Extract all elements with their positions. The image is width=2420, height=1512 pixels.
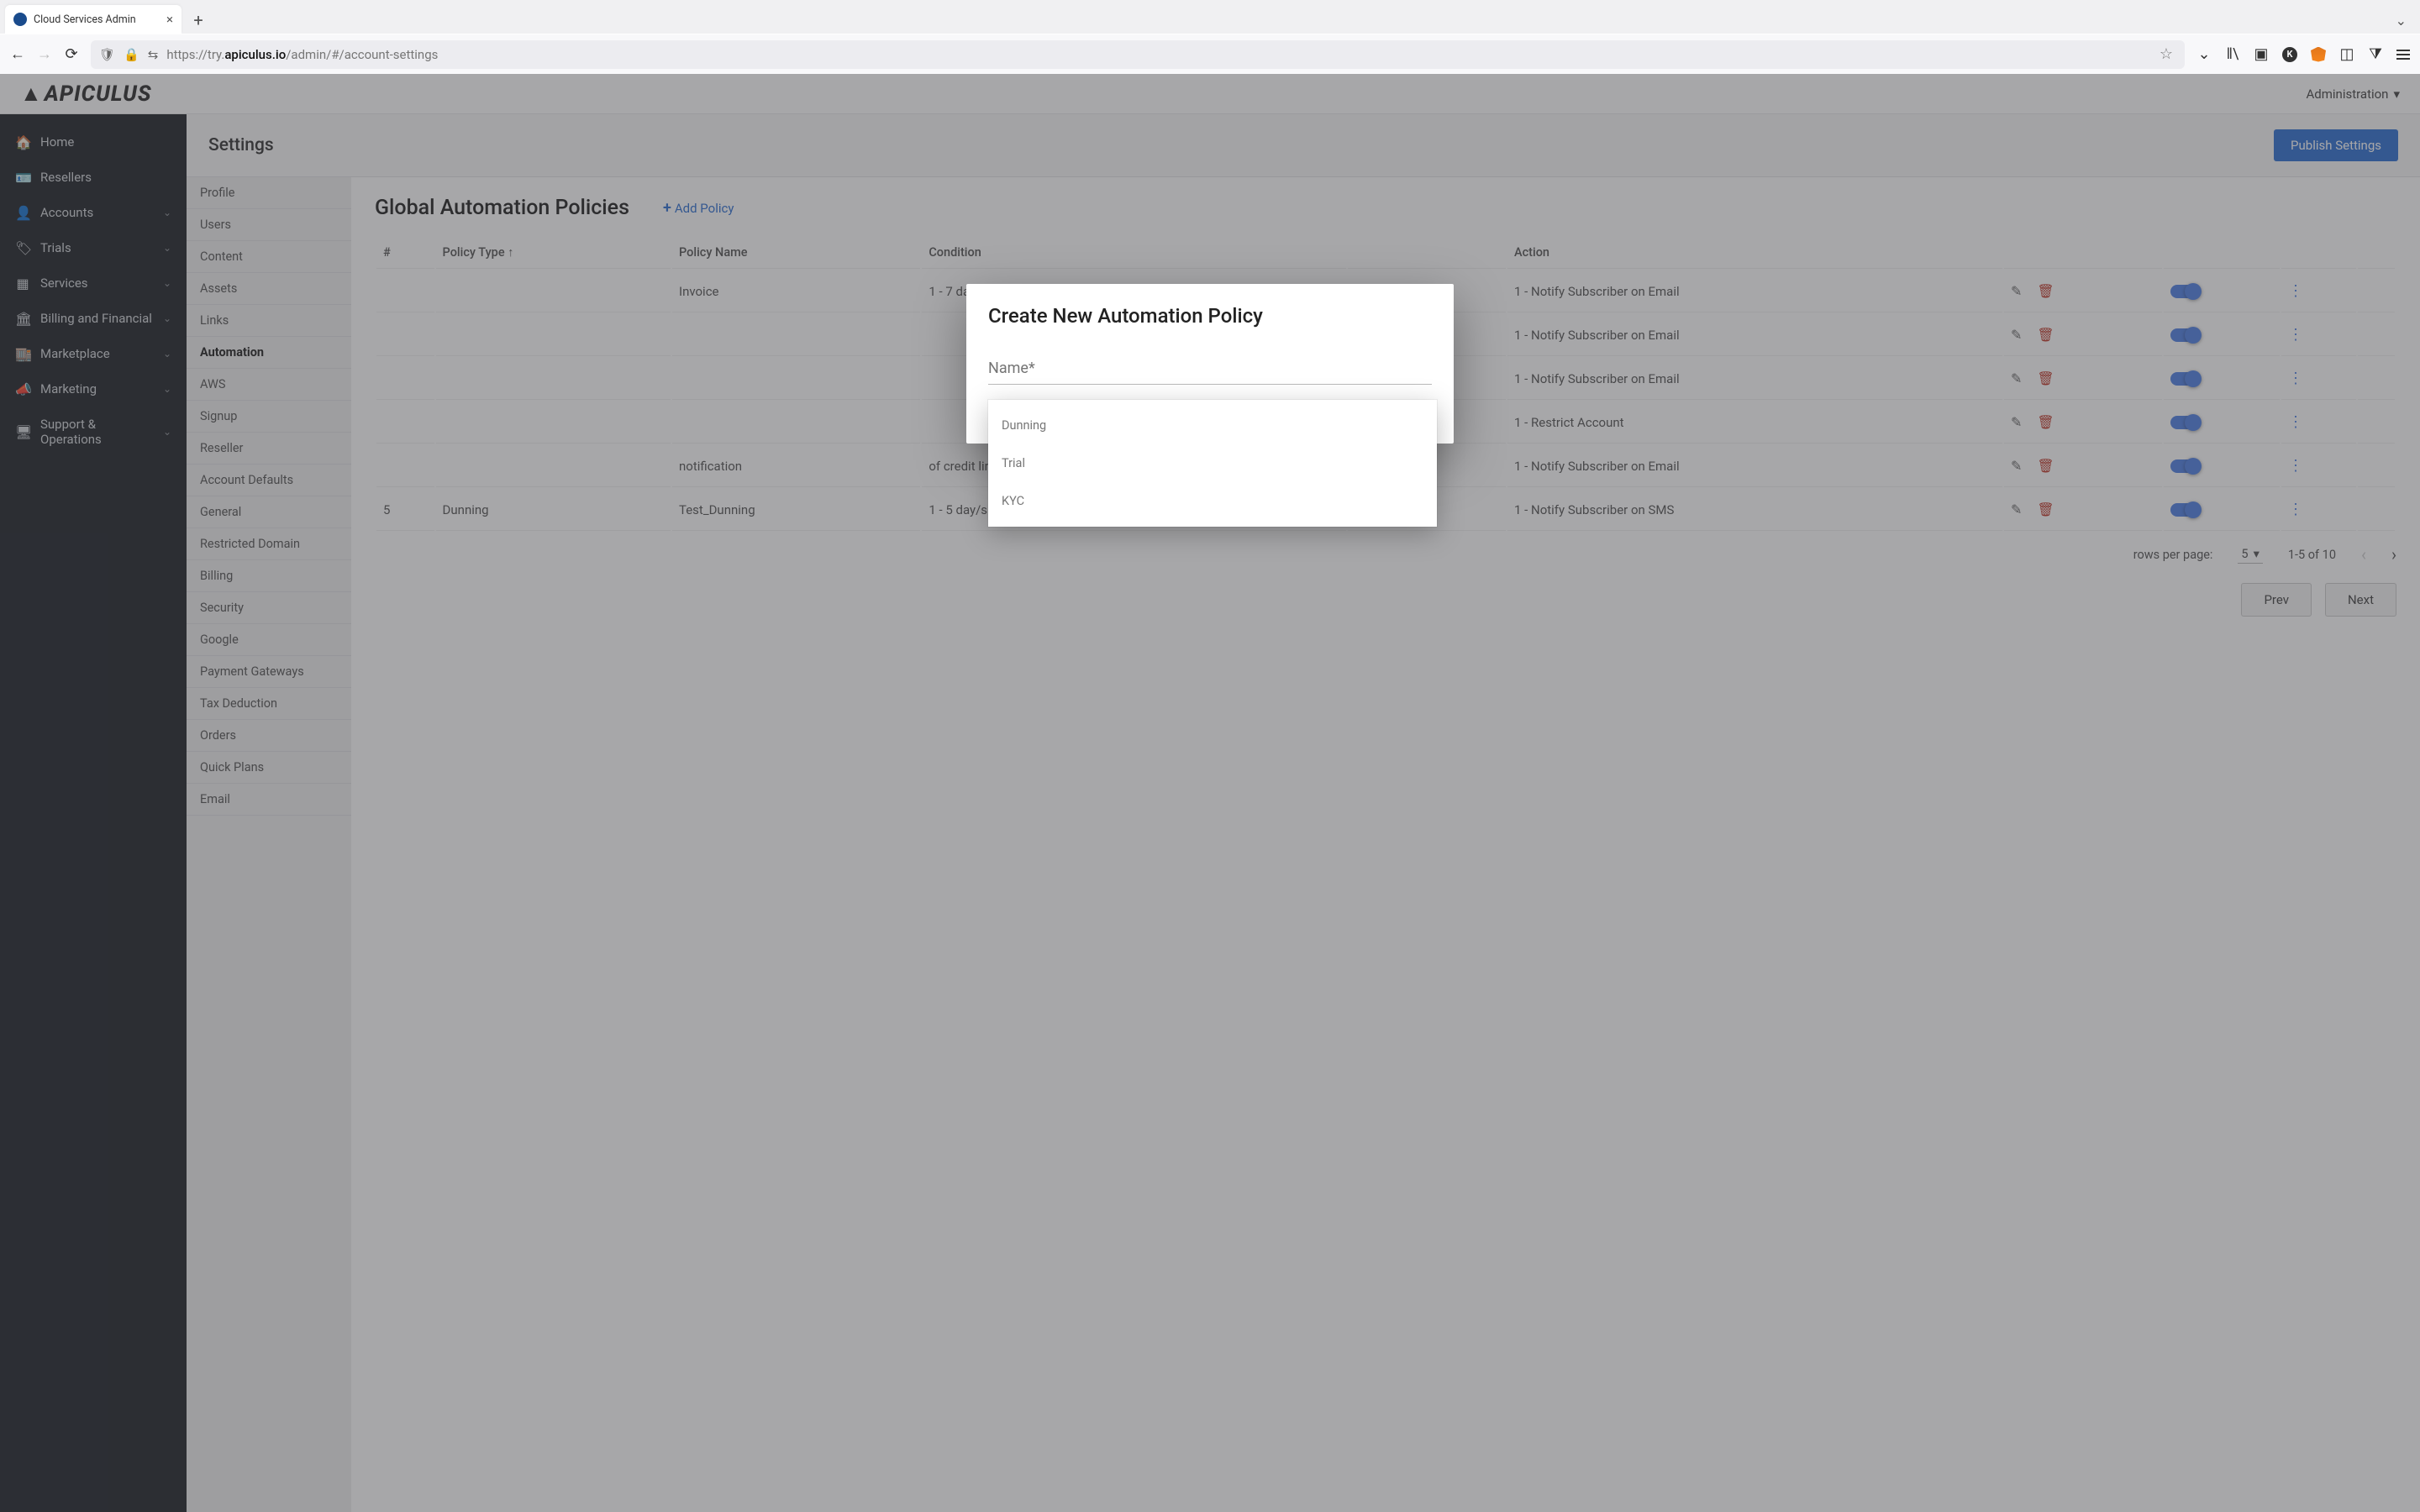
metamask-icon[interactable] xyxy=(2311,47,2326,62)
sidebar-icon[interactable]: ▣ xyxy=(2254,47,2269,62)
url-text: https://try.apiculus.io/admin/#/account-… xyxy=(166,47,2151,62)
shield-icon[interactable]: 🛡 xyxy=(99,47,115,62)
bookmark-star-icon[interactable]: ☆ xyxy=(2160,45,2173,63)
browser-nav-bar: ← → ⟳ 🛡 🔒 ⇆ https://try.apiculus.io/admi… xyxy=(0,34,2420,74)
extensions-icon[interactable]: ⧩ xyxy=(2368,47,2383,62)
policy-type-dropdown: Dunning Trial KYC xyxy=(988,400,1437,527)
modal-title: Create New Automation Policy xyxy=(988,304,1432,328)
new-tab-button[interactable]: + xyxy=(187,8,210,32)
account-avatar[interactable]: K xyxy=(2282,47,2297,62)
close-icon[interactable]: × xyxy=(166,12,173,27)
menu-icon[interactable] xyxy=(2396,50,2410,60)
address-bar[interactable]: 🛡 🔒 ⇆ https://try.apiculus.io/admin/#/ac… xyxy=(91,40,2185,69)
forward-icon[interactable]: → xyxy=(37,47,52,62)
create-policy-modal: Create New Automation Policy Choose Poli… xyxy=(966,284,1454,444)
tab-favicon xyxy=(13,13,27,26)
reload-icon[interactable]: ⟳ xyxy=(64,47,79,62)
pocket-icon[interactable]: ⌄ xyxy=(2196,47,2212,62)
back-icon[interactable]: ← xyxy=(10,47,25,62)
dropdown-option-kyc[interactable]: KYC xyxy=(988,482,1437,520)
lock-icon[interactable]: 🔒 xyxy=(124,47,139,62)
policy-name-input[interactable] xyxy=(988,353,1432,385)
tab-title: Cloud Services Admin xyxy=(34,13,136,26)
dropdown-option-trial[interactable]: Trial xyxy=(988,444,1437,482)
modal-overlay[interactable]: Create New Automation Policy Choose Poli… xyxy=(0,74,2420,1512)
dropdown-option-dunning[interactable]: Dunning xyxy=(988,407,1437,444)
browser-tab[interactable]: Cloud Services Admin × xyxy=(5,5,182,34)
library-icon[interactable]: ǁ\ xyxy=(2225,47,2240,62)
browser-tab-bar: Cloud Services Admin × + ⌄ xyxy=(0,0,2420,34)
crop-icon[interactable]: ◫ xyxy=(2339,47,2354,62)
tab-list-chevron-icon[interactable]: ⌄ xyxy=(2396,13,2407,29)
permissions-icon[interactable]: ⇆ xyxy=(148,47,159,62)
